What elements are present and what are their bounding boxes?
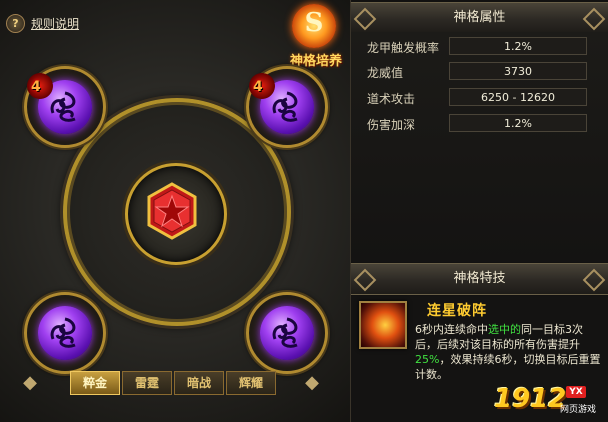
attributes-list: 龙甲触发概率 1.2% 龙威值 3730 道术攻击 6250 - 12620 伤… (351, 32, 608, 262)
help-icon[interactable]: ? (6, 14, 25, 33)
slot-top-right[interactable]: 4 (246, 66, 328, 148)
next-arrow-icon[interactable]: ◆ (300, 370, 324, 396)
swirl-orb-icon (260, 306, 314, 360)
skill-description: 6秒内连续命中选中的同一目标3次后，后续对该目标的所有伤害提升25%，效果持续6… (415, 322, 603, 382)
core-gem[interactable] (143, 182, 201, 240)
skill-name: 连星破阵 (427, 303, 487, 319)
attr-row: 道术攻击 6250 - 12620 (351, 87, 608, 109)
slot-level: 4 (31, 79, 41, 95)
slot-level: 4 (253, 79, 263, 95)
skill-desc-part: ，效果持续6秒，切换目标后重置计数。 (415, 353, 601, 381)
skill-desc-part: 6秒内连续命中 (415, 323, 488, 336)
slot-bottom-right[interactable] (246, 292, 328, 374)
attr-row: 龙甲触发概率 1.2% (351, 36, 608, 58)
skill-desc-highlight: 25% (415, 353, 440, 366)
swirl-orb-icon (38, 306, 92, 360)
attr-value: 6250 - 12620 (449, 88, 587, 106)
skill-header: 神格特技 (351, 263, 608, 295)
emblem-glyph: S (304, 8, 324, 38)
cultivation-emblem: S 神格培养 (284, 4, 346, 69)
info-panel: 神格属性 龙甲触发概率 1.2% 龙威值 3730 道术攻击 6250 - 12… (351, 0, 608, 422)
attr-value: 3730 (449, 62, 587, 80)
attr-label: 龙甲触发概率 (367, 41, 440, 55)
attr-label: 道术攻击 (367, 92, 416, 106)
prev-arrow-icon[interactable]: ◆ (18, 370, 42, 396)
tab-anzhan[interactable]: 暗战 (174, 371, 224, 395)
logo-subtitle: 网页游戏 (560, 405, 597, 415)
rules-link[interactable]: ? 规则说明 (6, 14, 79, 33)
tab-cuijin[interactable]: 粹金 (70, 371, 120, 395)
attributes-header: 神格属性 (351, 2, 608, 34)
attr-value: 1.2% (449, 37, 587, 55)
cultivation-panel: ? 规则说明 S 神格培养 4 4 ◆ 粹金 雷霆 暗战 辉耀 ◆ (0, 0, 351, 422)
tab-leiting[interactable]: 雷霆 (122, 371, 172, 395)
logo-number: 1912 (494, 384, 567, 414)
attr-row: 伤害加深 1.2% (351, 113, 608, 135)
attr-value: 1.2% (449, 114, 587, 132)
slot-bottom-left[interactable] (24, 292, 106, 374)
rules-label[interactable]: 规则说明 (31, 15, 79, 32)
tab-huiyao[interactable]: 辉耀 (226, 371, 276, 395)
star-gem-icon (147, 182, 197, 240)
attr-label: 伤害加深 (367, 118, 416, 132)
skill-desc-highlight: 选中的 (488, 323, 521, 336)
logo-badge: YX (566, 386, 586, 398)
slot-top-left[interactable]: 4 (24, 66, 106, 148)
site-logo: 1912 YX 网页游戏 (494, 384, 608, 422)
star-burst-skill-icon[interactable] (359, 301, 407, 349)
attr-label: 龙威值 (367, 66, 404, 80)
element-tabs: 粹金 雷霆 暗战 辉耀 (70, 371, 276, 395)
attr-row: 龙威值 3730 (351, 61, 608, 83)
